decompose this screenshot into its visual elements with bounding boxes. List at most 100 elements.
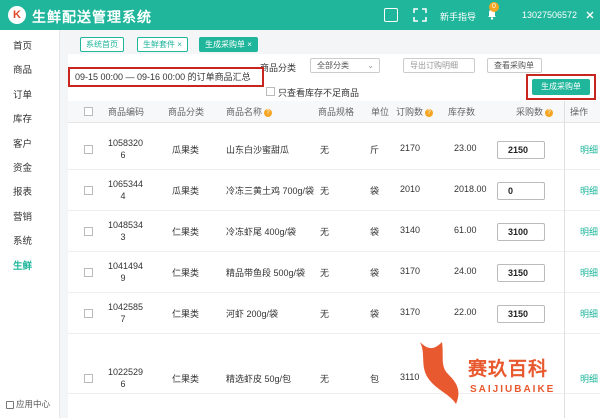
product-code: 1022529 6 (108, 366, 144, 390)
product-code-line2: 4 (120, 191, 126, 201)
category-select-value: 全部分类 (317, 61, 349, 70)
product-code-line2: 9 (120, 273, 126, 283)
product-category: 仁果类 (172, 268, 200, 278)
sidebar-item-marketing[interactable]: 营销 (0, 206, 59, 230)
close-icon[interactable]: × (247, 40, 252, 49)
sidebar-item-inventory[interactable]: 库存 (0, 108, 59, 132)
stock-qty: 23.00 (454, 143, 477, 153)
export-order-details-button[interactable]: 导出订购明细 (403, 58, 475, 73)
table-row: 1042585 7 仁果类 河虾 200g/袋 无 袋 3170 22.00 31… (68, 293, 600, 334)
ordered-qty: 3140 (400, 225, 421, 235)
category-filter-label: 商品分类 (260, 63, 297, 73)
close-icon[interactable]: × (177, 40, 182, 49)
product-unit: 袋 (370, 186, 380, 196)
row-checkbox[interactable] (84, 186, 93, 195)
tab-home-label: 系统首页 (86, 40, 118, 49)
help-icon[interactable]: ? (545, 108, 554, 117)
notification-badge: 0 (489, 2, 499, 12)
app-center-link[interactable]: 应用中心 (6, 398, 50, 410)
product-spec: 无 (320, 186, 330, 196)
product-code-line1: 1022529 (108, 367, 144, 377)
sidebar-item-reports[interactable]: 报表 (0, 181, 59, 205)
purchase-qty-input[interactable]: 3150 (497, 264, 545, 282)
row-checkbox[interactable] (84, 309, 93, 318)
product-code-line2: 7 (120, 314, 126, 324)
product-name: 冷冻三黄土鸡 700g/袋 (226, 186, 315, 196)
ordered-qty: 2010 (400, 184, 421, 194)
product-spec: 无 (320, 227, 330, 237)
product-name: 河虾 200g/袋 (226, 309, 279, 319)
product-name: 精品带鱼段 500g/袋 (226, 268, 306, 278)
product-category: 瓜果类 (172, 186, 200, 196)
watermark-logo (416, 338, 466, 410)
tab-generate-po[interactable]: 生成采购单 × (199, 37, 258, 52)
view-purchase-orders-button[interactable]: 查看采购单 (487, 58, 542, 73)
window-icon[interactable] (384, 8, 398, 22)
product-code: 1058320 6 (108, 137, 143, 161)
fullscreen-icon[interactable] (413, 8, 427, 22)
sidebar-item-fresh[interactable]: 生鲜 (0, 255, 59, 279)
product-code-line2: 6 (120, 379, 126, 389)
app-title: 生鲜配送管理系统 (32, 9, 152, 25)
tab-home[interactable]: 系统首页 (80, 37, 124, 52)
product-category: 仁果类 (172, 374, 200, 384)
sidebar: 首页 商品 订单 库存 客户 资金 报表 营销 系统 生鲜 应用中心 (0, 30, 60, 418)
watermark-title: 赛玖百科 (468, 359, 549, 380)
detail-link[interactable]: 明细 (580, 143, 598, 156)
purchase-qty-input[interactable]: 3150 (497, 305, 545, 323)
purchase-qty-input[interactable]: 3100 (497, 223, 545, 241)
col-category: 商品分类 (168, 107, 205, 117)
row-checkbox[interactable] (84, 227, 93, 236)
product-name: 冷冻虾尾 400g/袋 (226, 227, 297, 237)
ordered-qty: 3170 (400, 266, 421, 276)
row-checkbox[interactable] (84, 268, 93, 277)
user-phone[interactable]: 13027506572 (522, 10, 577, 20)
help-icon[interactable]: ? (425, 108, 434, 117)
row-checkbox[interactable] (84, 145, 93, 154)
product-spec: 无 (320, 268, 330, 278)
purchase-qty-input[interactable]: 0 (497, 182, 545, 200)
app-center-icon (6, 400, 14, 409)
detail-link[interactable]: 明细 (580, 307, 598, 320)
col-name-wrap: 商品名称? (226, 101, 273, 123)
select-all-checkbox[interactable] (84, 107, 93, 116)
app-logo: K (8, 6, 26, 24)
category-select[interactable]: 全部分类 ⌄ (310, 58, 380, 73)
product-category: 仁果类 (172, 227, 200, 237)
table-row: 1065344 4 瓜果类 冷冻三黄土鸡 700g/袋 无 袋 2010 2018… (68, 170, 600, 211)
help-icon[interactable]: ? (264, 108, 273, 117)
product-spec: 无 (320, 374, 330, 384)
generate-po-button[interactable]: 生成采购单 (532, 79, 590, 95)
product-unit: 包 (370, 374, 380, 384)
generate-po-highlight: 生成采购单 (526, 74, 596, 100)
col-ordered-wrap: 订购数? (396, 101, 434, 123)
low-stock-checkbox[interactable] (266, 87, 275, 96)
user-menu-icon[interactable] (585, 10, 595, 20)
sidebar-item-home[interactable]: 首页 (0, 35, 59, 59)
stock-qty: 22.00 (454, 307, 477, 317)
app-center-label: 应用中心 (16, 399, 51, 409)
sidebar-item-orders[interactable]: 订单 (0, 84, 59, 108)
ordered-qty: 3170 (400, 307, 421, 317)
sidebar-item-customers[interactable]: 客户 (0, 133, 59, 157)
tab-fresh-suite[interactable]: 生鲜套件 × (137, 37, 188, 52)
col-spec: 商品规格 (318, 107, 355, 117)
col-name: 商品名称 (226, 107, 263, 117)
col-code: 商品编码 (108, 107, 145, 117)
product-name: 山东白沙蜜甜瓜 (226, 145, 290, 155)
detail-link[interactable]: 明细 (580, 372, 598, 385)
top-bar: K 生鲜配送管理系统 新手指导 0 13027506572 (0, 0, 600, 30)
sidebar-item-products[interactable]: 商品 (0, 59, 59, 83)
product-unit: 袋 (370, 227, 380, 237)
detail-link[interactable]: 明细 (580, 225, 598, 238)
guide-link[interactable]: 新手指导 (440, 10, 476, 23)
detail-link[interactable]: 明细 (580, 266, 598, 279)
purchase-qty-input[interactable]: 2150 (497, 141, 545, 159)
sidebar-item-funds[interactable]: 资金 (0, 157, 59, 181)
sidebar-item-system[interactable]: 系统 (0, 230, 59, 254)
table-header: 商品编码 商品分类 商品名称? 商品规格 单位 订购数? 库存数 采购数? 操作 (68, 101, 600, 123)
col-purchase-wrap: 采购数? (516, 101, 554, 123)
low-stock-label[interactable]: 只查看库存不足商品 (278, 86, 359, 99)
row-checkbox[interactable] (84, 374, 93, 383)
detail-link[interactable]: 明细 (580, 184, 598, 197)
